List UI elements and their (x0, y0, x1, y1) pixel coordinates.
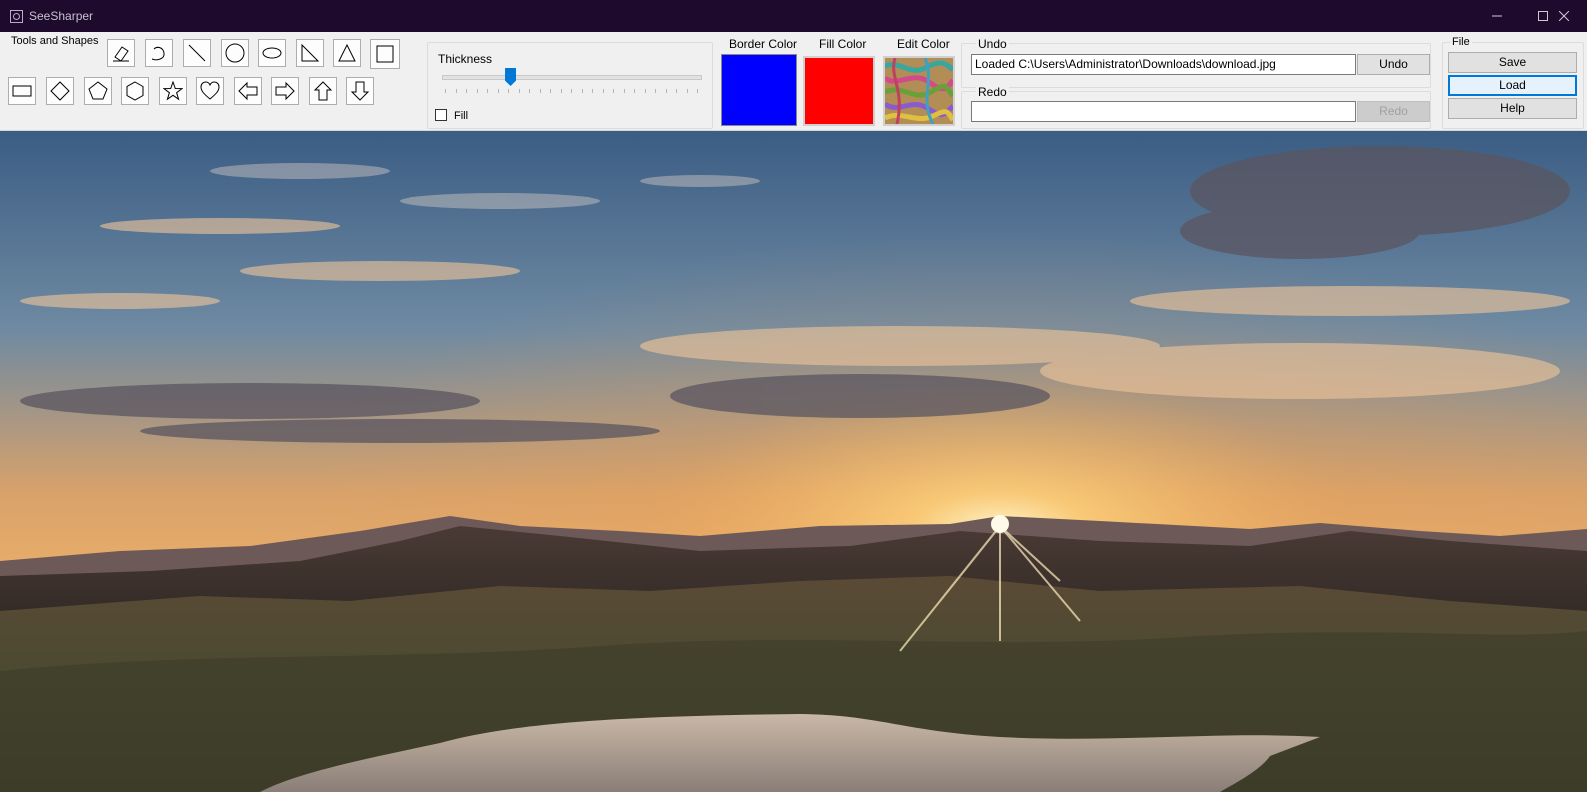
slider-tick (518, 89, 520, 93)
right-triangle-icon (301, 43, 320, 62)
border-color-swatch[interactable] (721, 54, 797, 126)
arrow-left-icon (238, 81, 258, 101)
slider-tick (634, 89, 635, 93)
slider-tick (529, 89, 530, 93)
minimize-button[interactable] (1474, 0, 1520, 32)
freehand-tool-button[interactable] (145, 39, 173, 67)
arrow-right-tool-button[interactable] (271, 77, 299, 105)
diamond-icon (50, 81, 70, 101)
star-tool-button[interactable] (159, 77, 187, 105)
hexagon-tool-button[interactable] (121, 77, 149, 105)
heart-tool-button[interactable] (196, 77, 224, 105)
help-button[interactable]: Help (1448, 98, 1577, 119)
triangle-tool-button[interactable] (333, 39, 361, 67)
slider-tick (466, 89, 467, 93)
window-title: SeeSharper (29, 9, 94, 23)
marbled-pattern-icon (885, 58, 953, 124)
slider-tick (644, 89, 646, 93)
arrow-up-icon (313, 81, 333, 101)
slider-tick (571, 89, 572, 93)
heart-icon (200, 81, 220, 100)
save-button[interactable]: Save (1448, 52, 1577, 73)
slider-tick (623, 89, 625, 93)
slider-tick (550, 89, 551, 93)
redo-button[interactable]: Redo (1357, 101, 1430, 122)
close-icon (1558, 10, 1570, 22)
fill-color-label: Fill Color (819, 37, 867, 51)
eraser-icon (113, 46, 129, 62)
ellipse-tool-button[interactable] (258, 39, 286, 67)
minimize-icon (1492, 15, 1502, 17)
undo-button[interactable]: Undo (1357, 54, 1430, 75)
right-triangle-tool-button[interactable] (296, 39, 324, 67)
triangle-icon (338, 43, 356, 62)
slider-tick (508, 89, 509, 93)
circle-tool-button[interactable] (221, 39, 249, 67)
edit-color-swatch[interactable] (883, 56, 955, 126)
arrow-down-icon (350, 81, 370, 101)
slider-tick (697, 89, 698, 93)
square-icon (376, 45, 394, 63)
pentagon-icon (88, 81, 108, 100)
fill-color-swatch[interactable] (803, 56, 875, 126)
landscape-sunset-image (0, 131, 1587, 792)
edit-color-label: Edit Color (897, 37, 950, 51)
eraser-tool-button[interactable] (107, 39, 135, 67)
slider-tick (665, 89, 667, 93)
arrow-right-icon (275, 81, 295, 101)
line-tool-button[interactable] (183, 39, 211, 67)
slider-tick (613, 89, 614, 93)
slider-tick (602, 89, 604, 93)
load-button[interactable]: Load (1448, 75, 1577, 96)
arrow-left-tool-button[interactable] (234, 77, 262, 105)
redo-group-label: Redo (976, 85, 1009, 99)
slider-tick (476, 89, 478, 93)
file-group-label: File (1450, 36, 1472, 48)
slider-tick (592, 89, 593, 93)
rectangle-tool-button[interactable] (8, 77, 36, 105)
slider-tick (539, 89, 541, 93)
slider-tick (497, 89, 499, 93)
border-color-label: Border Color (729, 37, 798, 51)
redo-history-field[interactable] (971, 101, 1356, 122)
slider-tick (676, 89, 677, 93)
slider-tick (455, 89, 457, 93)
slider-tick (686, 89, 688, 93)
pentagon-tool-button[interactable] (84, 77, 112, 105)
tools-group-label: Tools and Shapes (11, 35, 99, 47)
rectangle-icon (12, 85, 32, 97)
undo-group-label: Undo (976, 37, 1009, 51)
star-icon (163, 81, 183, 101)
arrow-down-tool-button[interactable] (346, 77, 374, 105)
fill-checkbox-label: Fill (454, 110, 469, 122)
title-bar: SeeSharper (0, 0, 1587, 32)
drawing-canvas[interactable] (0, 131, 1587, 792)
ellipse-icon (262, 47, 282, 59)
slider-tick (445, 89, 446, 93)
slider-tick (487, 89, 488, 93)
slider-tick (560, 89, 562, 93)
hexagon-icon (126, 81, 144, 101)
freehand-icon (151, 46, 165, 61)
arrow-up-tool-button[interactable] (309, 77, 337, 105)
close-button[interactable] (1541, 0, 1587, 32)
thickness-slider-track[interactable] (442, 75, 702, 80)
fill-checkbox[interactable] (435, 109, 447, 121)
slider-tick (581, 89, 583, 93)
diamond-tool-button[interactable] (46, 77, 74, 105)
app-icon (10, 10, 23, 23)
undo-history-field[interactable]: Loaded C:\Users\Administrator\Downloads\… (971, 54, 1356, 75)
circle-icon (225, 43, 245, 63)
slider-tick (655, 89, 656, 93)
thickness-label: Thickness (436, 52, 495, 66)
square-tool-button[interactable] (370, 39, 400, 69)
line-icon (188, 44, 206, 62)
